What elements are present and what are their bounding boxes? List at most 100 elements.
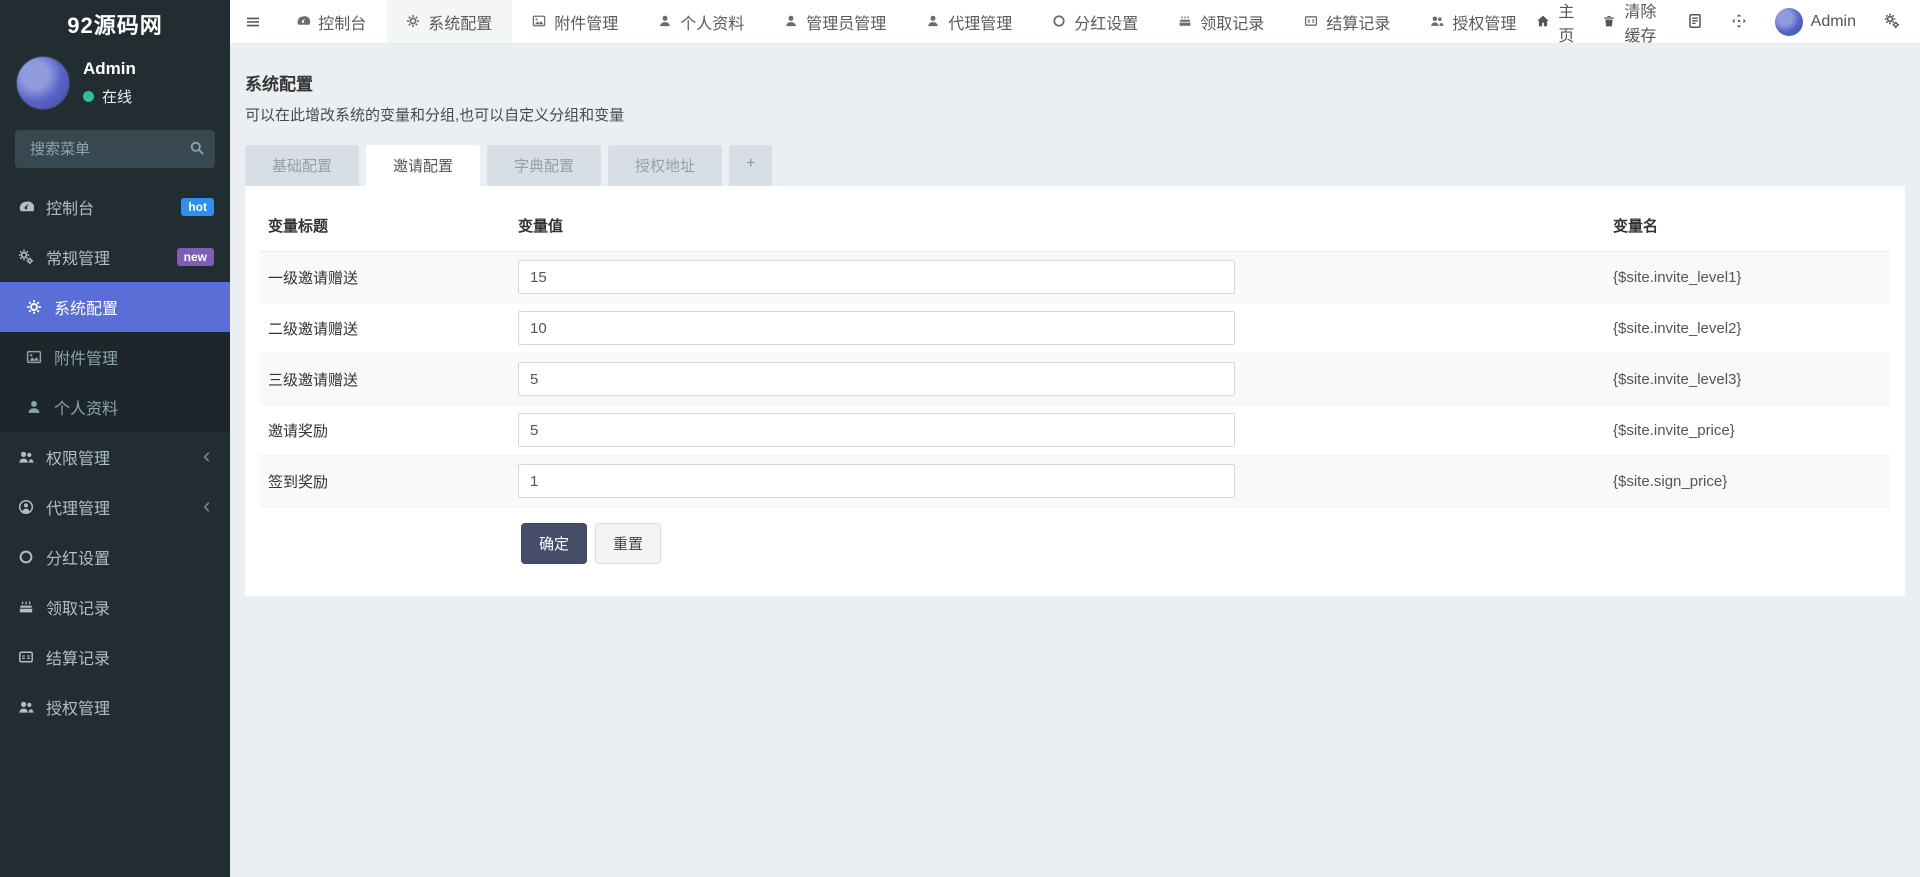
user-icon	[658, 13, 672, 31]
config-table: 变量标题 变量值 变量名 一级邀请赠送 {$site.invite_level1…	[260, 200, 1890, 507]
table-row: 三级邀请赠送 {$site.invite_level3}	[260, 354, 1890, 405]
table-row: 邀请奖励 {$site.invite_price}	[260, 405, 1890, 456]
column-header-value: 变量值	[510, 200, 1605, 252]
sidebar-item-attachments[interactable]: 附件管理	[0, 332, 230, 382]
variable-title: 邀请奖励	[260, 405, 510, 456]
variable-title: 一级邀请赠送	[260, 252, 510, 303]
gear-icon	[26, 298, 42, 316]
sidebar-toggle-button[interactable]	[230, 0, 276, 43]
online-status-label: 在线	[102, 86, 132, 107]
hot-badge: hot	[181, 198, 214, 216]
brand-logo: 92源码网	[0, 0, 230, 48]
clear-cache-button[interactable]: 清除缓存	[1602, 0, 1658, 46]
table-row: 签到奖励 {$site.sign_price}	[260, 456, 1890, 507]
variable-title: 签到奖励	[260, 456, 510, 507]
image-icon	[26, 348, 42, 366]
variable-title: 二级邀请赠送	[260, 303, 510, 354]
online-status-dot	[83, 91, 94, 102]
users-icon	[18, 698, 34, 716]
variable-name: {$site.invite_level1}	[1613, 269, 1741, 286]
user-icon	[26, 398, 42, 416]
variable-name: {$site.invite_level2}	[1613, 320, 1741, 337]
avatar	[1775, 8, 1803, 36]
page-subtitle: 可以在此增改系统的变量和分组,也可以自定义分组和变量	[245, 104, 1905, 125]
cake-icon	[18, 598, 34, 616]
settings-button[interactable]	[1884, 13, 1900, 31]
top-navbar: 控制台 系统配置 附件管理 个人资料 管理员管理 代理管理 分红设置 领取记录	[230, 0, 1920, 44]
gear-icon	[406, 13, 420, 31]
nav-tab-dashboard[interactable]: 控制台	[276, 0, 386, 43]
table-row: 一级邀请赠送 {$site.invite_level1}	[260, 252, 1890, 303]
add-group-tab[interactable]: +	[729, 145, 772, 186]
cake-icon	[1178, 13, 1192, 31]
nav-tab-authorization[interactable]: 授权管理	[1410, 0, 1536, 43]
user-icon	[926, 13, 940, 31]
sidebar-item-permissions[interactable]: 权限管理	[0, 432, 230, 482]
expand-icon	[1731, 13, 1747, 31]
search-input[interactable]	[15, 130, 215, 168]
nav-tab-dividend[interactable]: 分红设置	[1032, 0, 1158, 43]
new-badge: new	[177, 248, 214, 266]
sidebar-item-profile[interactable]: 个人资料	[0, 382, 230, 432]
nav-tab-attachments[interactable]: 附件管理	[512, 0, 638, 43]
chevron-left-icon	[200, 448, 214, 466]
nav-tab-system-config[interactable]: 系统配置	[386, 0, 512, 43]
nav-tab-profile[interactable]: 个人资料	[638, 0, 764, 43]
variable-value-input[interactable]	[518, 413, 1235, 447]
nav-tab-claim-records[interactable]: 领取记录	[1158, 0, 1284, 43]
user-menu-label: Admin	[1811, 13, 1856, 31]
sidebar-item-settlement-records[interactable]: 结算记录	[0, 632, 230, 682]
user-icon	[784, 13, 798, 31]
sidebar-item-system-config[interactable]: 系统配置	[0, 282, 230, 332]
content-area: 系统配置 可以在此增改系统的变量和分组,也可以自定义分组和变量 基础配置 邀请配…	[230, 44, 1920, 877]
trash-icon	[1602, 13, 1616, 31]
confirm-button[interactable]: 确定	[521, 523, 587, 564]
sidebar-item-dashboard[interactable]: 控制台 hot	[0, 182, 230, 232]
column-header-name: 变量名	[1605, 200, 1890, 252]
variable-name: {$site.invite_level3}	[1613, 371, 1741, 388]
reset-button[interactable]: 重置	[595, 523, 661, 564]
image-icon	[532, 13, 546, 31]
user-panel: Admin 在线	[0, 48, 230, 124]
sidebar-item-claim-records[interactable]: 领取记录	[0, 582, 230, 632]
user-menu[interactable]: Admin	[1775, 8, 1856, 36]
tab-basic-config[interactable]: 基础配置	[245, 145, 359, 186]
nav-tab-agents[interactable]: 代理管理	[906, 0, 1032, 43]
chevron-left-icon	[200, 498, 214, 516]
sidebar-menu: 控制台 hot 常规管理 new 系统配置 附件管理 个人资料 权限管理	[0, 182, 230, 732]
variable-value-input[interactable]	[518, 464, 1235, 498]
variable-name: {$site.invite_price}	[1613, 422, 1735, 439]
sidebar-item-dividend[interactable]: 分红设置	[0, 532, 230, 582]
page-title: 系统配置	[245, 70, 1905, 95]
config-tabs: 基础配置 邀请配置 字典配置 授权地址 +	[245, 145, 1905, 186]
language-button[interactable]	[1687, 13, 1703, 31]
tab-invite-config[interactable]: 邀请配置	[366, 145, 480, 186]
cogs-icon	[18, 248, 34, 266]
tab-auth-address[interactable]: 授权地址	[608, 145, 722, 186]
variable-title: 三级邀请赠送	[260, 354, 510, 405]
home-icon	[1536, 13, 1550, 31]
user-name: Admin	[83, 59, 136, 79]
table-row: 二级邀请赠送 {$site.invite_level2}	[260, 303, 1890, 354]
variable-value-input[interactable]	[518, 362, 1235, 396]
tab-content-panel: 变量标题 变量值 变量名 一级邀请赠送 {$site.invite_level1…	[245, 186, 1905, 596]
nav-tab-settlement-records[interactable]: 结算记录	[1284, 0, 1410, 43]
sidebar-item-general[interactable]: 常规管理 new	[0, 232, 230, 282]
avatar	[16, 56, 70, 110]
sidebar-item-authorization[interactable]: 授权管理	[0, 682, 230, 732]
variable-value-input[interactable]	[518, 311, 1235, 345]
home-link[interactable]: 主页	[1536, 0, 1574, 46]
gauge-icon	[18, 198, 34, 216]
search-icon[interactable]	[189, 139, 205, 157]
language-icon	[1687, 13, 1703, 31]
sidebar-item-agents[interactable]: 代理管理	[0, 482, 230, 532]
nav-tab-admin-manage[interactable]: 管理员管理	[764, 0, 906, 43]
users-icon	[18, 448, 34, 466]
circle-icon	[1052, 13, 1066, 31]
user-circle-icon	[18, 498, 34, 516]
tab-dictionary-config[interactable]: 字典配置	[487, 145, 601, 186]
fullscreen-button[interactable]	[1731, 13, 1747, 31]
card-icon	[1304, 13, 1318, 31]
variable-value-input[interactable]	[518, 260, 1235, 294]
gauge-icon	[296, 13, 310, 31]
